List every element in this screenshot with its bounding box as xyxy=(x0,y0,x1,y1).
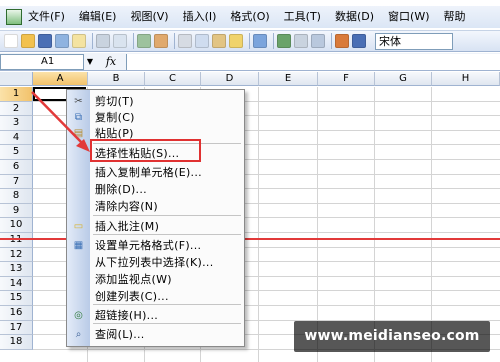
watermark-text: www.meidianseo.com xyxy=(294,321,490,352)
red-arrow-annotation xyxy=(31,91,90,152)
